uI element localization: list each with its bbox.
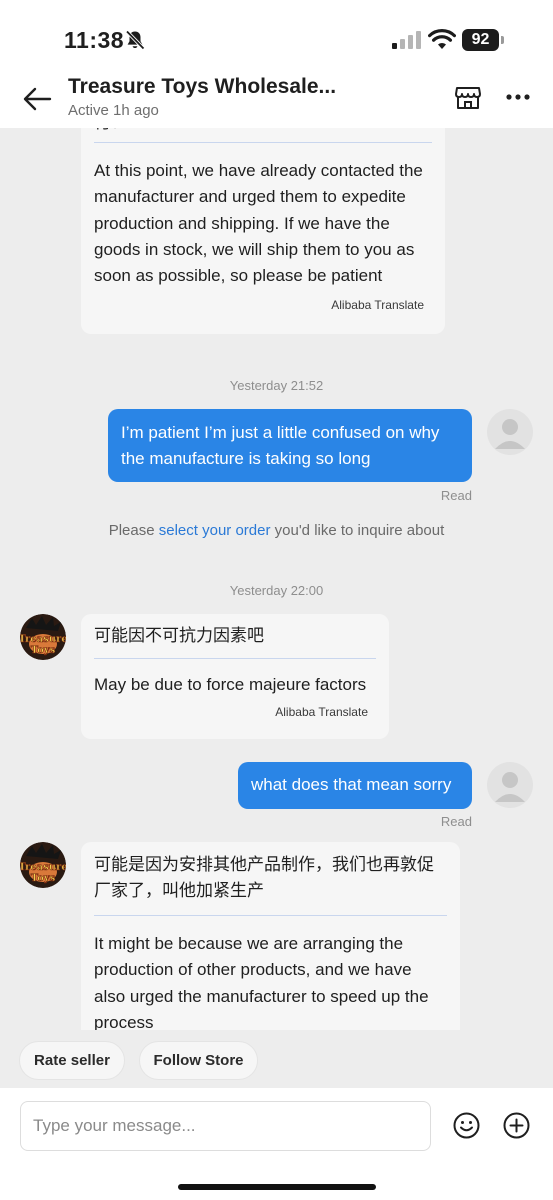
read-receipt: Read (440, 488, 472, 503)
user-avatar[interactable] (487, 762, 533, 808)
seller-avatar[interactable]: Treasure Toys (20, 842, 66, 888)
quick-actions-bar: Rate seller Follow Store (0, 1030, 553, 1088)
original-text: 付？ (81, 128, 445, 136)
cellular-signal-icon (392, 31, 421, 49)
translate-tag: Alibaba Translate (275, 705, 368, 719)
translated-text: At this point, we have already contacted… (94, 161, 423, 286)
incoming-message[interactable]: 可能是因为安排其他产品制作，我们也再敦促 厂家了，叫他加紧生产 It might… (81, 842, 460, 1030)
emoji-icon[interactable] (453, 1112, 480, 1139)
user-silhouette-icon (495, 772, 525, 802)
svg-text:Toys: Toys (31, 873, 56, 884)
treasure-toys-logo: Treasure Toys (20, 614, 66, 660)
battery-indicator: 92 (462, 29, 504, 51)
translated-text: It might be because we are arranging the… (94, 934, 429, 1030)
original-text: 可能是因为安排其他产品制作，我们也再敦促 厂家了，叫他加紧生产 (94, 855, 434, 900)
outgoing-message[interactable]: what does that mean sorry (238, 762, 472, 809)
translate-tag: Alibaba Translate (331, 298, 424, 313)
bell-muted-icon (125, 30, 145, 50)
message-input[interactable] (20, 1101, 431, 1151)
add-attachment-icon[interactable] (503, 1112, 530, 1139)
rate-seller-button[interactable]: Rate seller (19, 1041, 125, 1080)
chat-title: Treasure Toys Wholesale... (68, 75, 337, 98)
user-avatar[interactable] (487, 409, 533, 455)
incoming-message[interactable]: 可能因不可抗力因素吧 May be due to force majeure f… (81, 614, 389, 739)
battery-level: 92 (462, 29, 499, 51)
translated-text: May be due to force majeure factors (94, 675, 367, 694)
order-inquiry-prompt: Please select your order you'd like to i… (108, 522, 445, 539)
status-bar: 11:38 92 (0, 0, 553, 68)
store-icon[interactable] (453, 82, 483, 112)
seller-avatar[interactable]: Treasure Toys (20, 614, 66, 660)
active-status: Active 1h ago (68, 102, 159, 119)
home-indicator (178, 1184, 376, 1190)
select-order-link[interactable]: select your order (159, 522, 271, 539)
message-composer (0, 1088, 553, 1200)
outgoing-message[interactable]: I’m patient I’m just a little confused o… (108, 409, 472, 482)
svg-text:Treasure: Treasure (20, 862, 66, 873)
follow-store-button[interactable]: Follow Store (139, 1041, 258, 1080)
timestamp: Yesterday 21:52 (229, 378, 324, 393)
timestamp: Yesterday 22:00 (229, 583, 324, 598)
status-time: 11:38 (64, 27, 125, 53)
more-options-icon[interactable] (505, 92, 531, 102)
wifi-icon (428, 29, 456, 49)
read-receipt: Read (440, 814, 472, 829)
svg-text:Treasure: Treasure (20, 634, 66, 645)
svg-text:Toys: Toys (31, 645, 56, 656)
message-list[interactable]: 付？ At this point, we have already contac… (0, 128, 553, 1030)
original-text: 可能因不可抗力因素吧 (94, 626, 264, 645)
user-silhouette-icon (495, 419, 525, 449)
chat-header: Treasure Toys Wholesale... Active 1h ago (0, 68, 553, 128)
back-arrow-icon[interactable] (20, 82, 54, 116)
incoming-message[interactable]: 付？ At this point, we have already contac… (81, 128, 445, 334)
treasure-toys-logo: Treasure Toys (20, 842, 66, 888)
